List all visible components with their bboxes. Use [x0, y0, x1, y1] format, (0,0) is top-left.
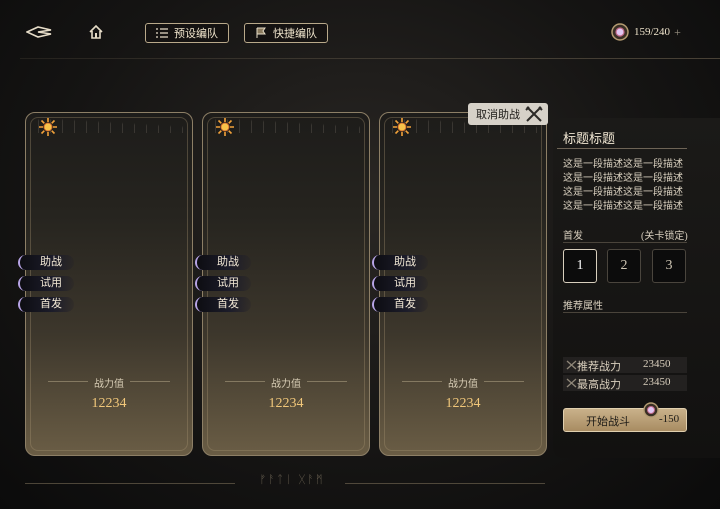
recommended-power-label: 推荐战力 [577, 361, 621, 373]
recommend-attr-label: 推荐属性 [563, 301, 603, 312]
list-icon [156, 28, 168, 38]
team-card-1[interactable]: 助战 试用 首发 战力值 12234 [18, 112, 193, 456]
top-divider [20, 58, 720, 59]
tag-trial: 试用 [372, 276, 428, 291]
tag-assist: 助战 [372, 255, 428, 270]
preset-team-label: 预设编队 [174, 28, 218, 40]
starter-divider [563, 242, 687, 243]
tag-assist: 助战 [18, 255, 74, 270]
starter-label: 首发 [563, 231, 583, 242]
sun-emblem-icon [392, 117, 412, 137]
max-power-row: 最高战力 23450 [563, 375, 687, 391]
crossed-swords-icon [525, 106, 543, 122]
cancel-assist-button[interactable]: 取消助战 [468, 103, 548, 125]
flag-icon [255, 27, 267, 39]
power-label: 战力值 [271, 379, 301, 390]
sun-emblem-icon [215, 117, 235, 137]
tag-starter: 首发 [372, 297, 428, 312]
power-label: 战力值 [448, 379, 478, 390]
cancel-assist-label: 取消助战 [476, 109, 520, 121]
power-value: 12234 [91, 396, 127, 411]
bottom-rune-text: ᚠᚨᛏᛁ ᚷᚨᛗ [259, 474, 325, 486]
quick-team-button[interactable]: 快捷编队 [244, 23, 328, 43]
crossed-swords-icon [566, 360, 577, 370]
panel-title-divider [557, 148, 687, 149]
quick-team-label: 快捷编队 [273, 28, 317, 40]
home-icon[interactable] [88, 24, 104, 40]
team-card-3[interactable]: 助战 试用 首发 战力值 12234 [372, 112, 547, 456]
panel-description: 这是一段描述这是一段描述这是一段描述这是一段描述这是一段描述这是一段描述这是一段… [563, 159, 683, 212]
tag-assist: 助战 [195, 255, 251, 270]
back-icon[interactable] [26, 24, 52, 40]
bottom-divider-left [25, 483, 235, 484]
stamina-value: 159/240 [634, 26, 671, 38]
max-power-label: 最高战力 [577, 379, 621, 391]
recommend-divider [563, 312, 687, 313]
max-power-value: 23450 [643, 376, 671, 388]
tag-trial: 试用 [18, 276, 74, 291]
panel-title: 标题标题 [563, 131, 616, 146]
energy-cost: -150 [659, 413, 680, 425]
stage-lock-label: (关卡锁定) [641, 231, 688, 242]
bottom-divider-right [345, 483, 545, 484]
start-battle-button[interactable]: 开始战斗 -150 [563, 402, 687, 432]
add-stamina-button[interactable]: + [674, 25, 681, 40]
power-label: 战力值 [94, 379, 124, 390]
tag-starter: 首发 [195, 297, 251, 312]
sun-emblem-icon [38, 117, 58, 137]
tag-starter: 首发 [18, 297, 74, 312]
preset-team-button[interactable]: 预设编队 [145, 23, 229, 43]
starter-slot-3[interactable]: 3 [652, 249, 686, 283]
tag-trial: 试用 [195, 276, 251, 291]
recommended-power-row: 推荐战力 23450 [563, 357, 687, 373]
stamina-display: 159/240 + [610, 21, 690, 43]
starter-slot-1[interactable]: 1 [563, 249, 597, 283]
starter-slot-2[interactable]: 2 [607, 249, 641, 283]
power-value: 12234 [445, 396, 481, 411]
recommended-power-value: 23450 [643, 358, 671, 370]
start-battle-label: 开始战斗 [586, 416, 630, 428]
energy-orb-icon [610, 22, 630, 42]
energy-orb-icon [642, 401, 660, 419]
crossed-swords-icon [566, 378, 577, 388]
team-card-2[interactable]: 助战 试用 首发 战力值 12234 [195, 112, 370, 456]
power-value: 12234 [268, 396, 304, 411]
